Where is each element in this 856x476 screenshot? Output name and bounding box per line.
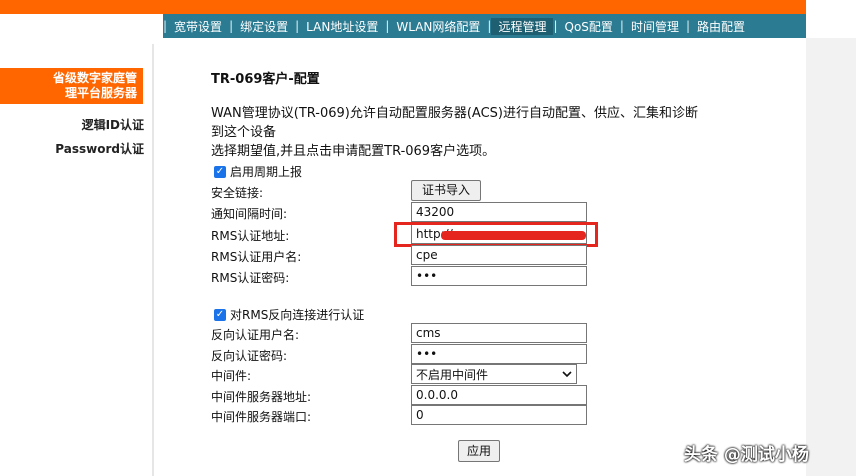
nav-qos[interactable]: QoS配置 <box>558 18 620 35</box>
nav-remote-management[interactable]: 远程管理 <box>491 17 554 35</box>
sidebar-title-line2: 理平台服务器 <box>64 86 137 100</box>
periodic-report-checkbox[interactable]: ✓ <box>214 165 226 178</box>
reverse-auth-label: 对RMS反向连接进行认证 <box>230 308 365 322</box>
nav-routing[interactable]: 路由配置 <box>690 18 752 35</box>
middleware-address-input[interactable]: 0.0.0.0 <box>411 385 587 405</box>
periodic-report-row: ✓ 启用周期上报 <box>214 163 302 180</box>
middleware-port-input[interactable]: 0 <box>411 405 587 425</box>
middleware-select-value: 不启用中间件 <box>416 367 489 382</box>
sidebar-item-password[interactable]: Password认证 <box>55 140 144 157</box>
apply-button[interactable]: 应用 <box>458 440 500 462</box>
description-line2: 到这个设备 <box>211 125 277 140</box>
middleware-label: 中间件: <box>211 369 252 383</box>
rms-password-label: RMS认证密码: <box>211 271 290 285</box>
page-title: TR-069客户-配置 <box>211 72 320 87</box>
notify-interval-label: 通知间隔时间: <box>211 207 288 221</box>
sidebar-title-line1: 省级数字家庭管 <box>52 71 137 85</box>
reverse-auth-checkbox[interactable]: ✓ <box>214 308 226 321</box>
rms-user-input[interactable]: cpe <box>411 245 587 265</box>
highlight-box <box>394 222 598 247</box>
description-line1: WAN管理协议(TR-069)允许自动配置服务器(ACS)进行自动配置、供应、汇… <box>211 106 698 121</box>
rms-user-label: RMS认证用户名: <box>211 250 302 264</box>
nav-lan[interactable]: LAN地址设置 <box>299 18 385 35</box>
rms-password-input[interactable]: ••• <box>411 266 587 286</box>
reverse-user-input[interactable]: cms <box>411 323 587 343</box>
middleware-address-label: 中间件服务器地址: <box>211 390 312 404</box>
middleware-port-label: 中间件服务器端口: <box>211 410 312 424</box>
reverse-auth-row: ✓ 对RMS反向连接进行认证 <box>214 306 364 323</box>
reverse-password-label: 反向认证密码: <box>211 349 288 363</box>
top-orange-bar <box>0 0 806 14</box>
reverse-user-label: 反向认证用户名: <box>211 328 300 342</box>
main-nav: | 宽带设置 | 绑定设置 | LAN地址设置 | WLAN网络配置 | 远程管… <box>163 14 806 38</box>
sidebar-item-logical-id[interactable]: 逻辑ID认证 <box>82 116 144 133</box>
nav-wlan[interactable]: WLAN网络配置 <box>389 18 487 35</box>
cert-import-button[interactable]: 证书导入 <box>411 180 481 201</box>
rms-url-label: RMS认证地址: <box>211 229 290 243</box>
periodic-report-label: 启用周期上报 <box>230 165 303 179</box>
sidebar: 省级数字家庭管 理平台服务器 逻辑ID认证 Password认证 <box>0 38 152 476</box>
right-gutter <box>806 38 856 476</box>
nav-broadband[interactable]: 宽带设置 <box>167 18 229 35</box>
reverse-password-input[interactable]: ••• <box>411 344 587 364</box>
secure-link-label: 安全链接: <box>211 186 264 200</box>
sidebar-title[interactable]: 省级数字家庭管 理平台服务器 <box>0 68 143 104</box>
nav-binding[interactable]: 绑定设置 <box>233 18 295 35</box>
notify-interval-input[interactable]: 43200 <box>411 202 587 222</box>
description-line3: 选择期望值,并且点击申请配置TR-069客户选项。 <box>211 144 496 159</box>
watermark: 头条 @测试小杨 <box>684 445 809 465</box>
top-right-blank <box>806 0 856 14</box>
chevron-down-icon <box>562 367 572 381</box>
nav-time[interactable]: 时间管理 <box>624 18 686 35</box>
middleware-select[interactable]: 不启用中间件 <box>411 364 577 384</box>
